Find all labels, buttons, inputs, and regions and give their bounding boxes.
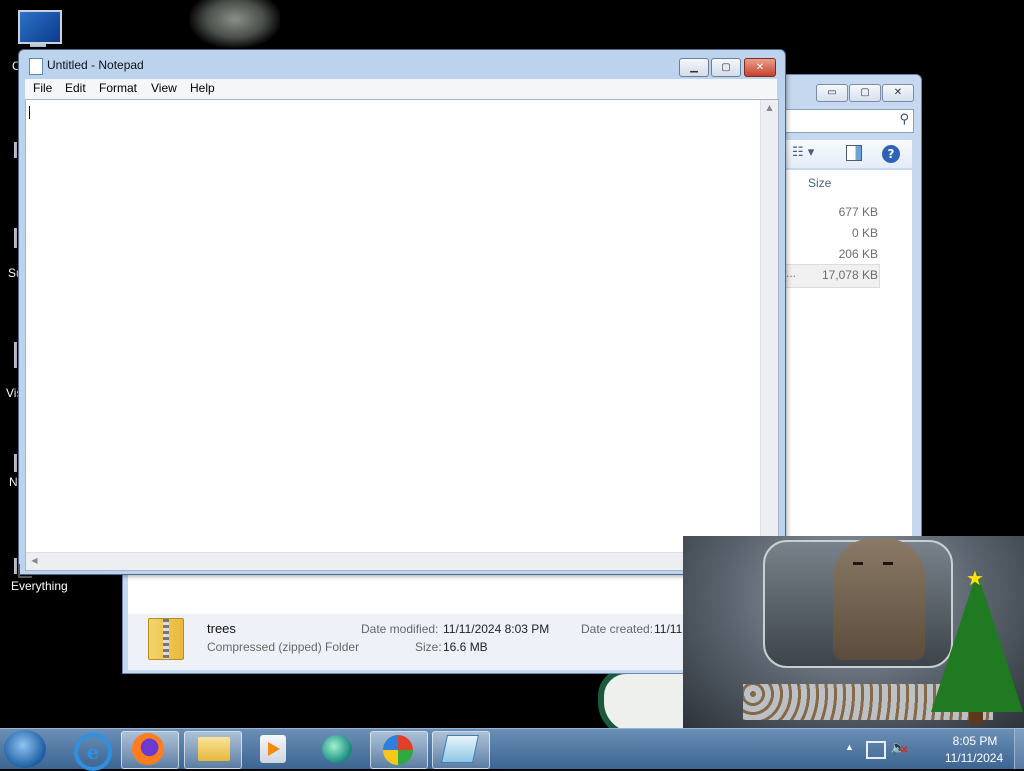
help-icon[interactable]: ?	[882, 145, 900, 163]
file-size-cell: 677 KB	[838, 205, 878, 219]
windows-update-icon[interactable]	[383, 735, 413, 765]
notepad-title-icon	[29, 58, 43, 75]
firefox-icon[interactable]	[132, 733, 164, 765]
notepad-minimize-button[interactable]: ▁	[679, 58, 709, 77]
show-desktop-button[interactable]	[1014, 729, 1024, 769]
file-size-cell: 206 KB	[838, 247, 878, 261]
file-size-cell: 0 KB	[851, 226, 878, 240]
text-caret	[29, 106, 30, 119]
explorer-file-list[interactable]	[784, 170, 912, 536]
resize-grip[interactable]	[18, 564, 32, 578]
everything-shortcut-label[interactable]: Everything	[11, 579, 68, 593]
explorer-toolbar: ☷ ▾ ?	[784, 140, 912, 168]
date-created-value: 11/11	[654, 622, 683, 636]
file-size-cell: 17,078 KB	[821, 268, 878, 282]
date-created-label: Date created:	[581, 622, 654, 636]
explorer-minimize-button[interactable]: ▭	[816, 84, 848, 102]
internet-explorer-icon[interactable]: e	[74, 733, 112, 771]
explorer-search-input[interactable]: ⚲	[784, 109, 914, 133]
notepad-menu-bar: File Edit Format View Help	[25, 79, 777, 99]
christmas-tree-icon	[931, 572, 1023, 712]
search-icon[interactable]: ⚲	[899, 112, 909, 127]
start-orb-icon[interactable]	[4, 730, 46, 768]
desktop-icon-partial[interactable]	[14, 228, 17, 248]
cat-eye	[883, 562, 893, 565]
notepad-title: Untitled - Notepad	[47, 58, 144, 72]
cat-eye	[853, 562, 863, 565]
desktop-icon-partial[interactable]	[14, 142, 17, 158]
desktop-wallpaper-smoke	[190, 0, 280, 48]
clock-date[interactable]: 11/11/2024	[936, 751, 1012, 765]
star-icon: ★	[966, 566, 984, 590]
size-column-header[interactable]: Size	[808, 176, 831, 190]
truncated-name-ellipsis: ...	[786, 266, 797, 280]
scroll-up-arrow[interactable]: ▲	[761, 103, 778, 112]
notepad-close-button[interactable]: ✕	[744, 58, 776, 77]
media-player-icon[interactable]	[260, 735, 286, 763]
clock-time[interactable]: 8:05 PM	[940, 734, 1010, 748]
photo-cat	[833, 538, 925, 660]
volume-muted-x: ✕	[900, 745, 909, 756]
everything-shortcut-icon[interactable]	[14, 558, 17, 574]
menu-view[interactable]: View	[151, 81, 177, 95]
zip-folder-icon	[148, 618, 184, 660]
notepad-text-area[interactable]: ▲ ◀	[18, 99, 779, 578]
view-options-icon[interactable]: ☷ ▾	[792, 145, 814, 160]
show-hidden-icons-arrow[interactable]: ▲	[845, 742, 854, 752]
explorer-list-blank	[128, 574, 684, 615]
monitor-icon	[18, 10, 62, 44]
green-app-icon[interactable]	[322, 735, 352, 763]
details-file-type: Compressed (zipped) Folder	[207, 640, 360, 654]
preview-pane-icon[interactable]	[846, 145, 862, 161]
desktop-label-partial: N	[9, 475, 18, 489]
size-label: Size:	[415, 640, 442, 654]
notepad-maximize-button[interactable]: ▢	[711, 58, 741, 77]
network-icon[interactable]	[866, 741, 886, 759]
size-value: 16.6 MB	[443, 640, 488, 654]
explorer-maximize-button[interactable]: ▢	[849, 84, 881, 102]
desktop-icon-partial[interactable]	[14, 342, 17, 368]
vertical-scrollbar[interactable]: ▲	[760, 100, 778, 552]
taskbar: e ▲ 🔈 ✕ 8:05 PM 11/11/2024	[0, 728, 1024, 771]
details-file-name: trees	[207, 621, 236, 636]
notepad-icon[interactable]	[441, 735, 479, 763]
date-modified-label: Date modified:	[361, 622, 439, 636]
date-modified-value: 11/11/2024 8:03 PM	[443, 622, 550, 636]
menu-edit[interactable]: Edit	[65, 81, 86, 95]
monitor-stand	[30, 42, 46, 47]
notepad-window[interactable]: Untitled - Notepad ▁ ▢ ✕ File Edit Forma…	[18, 49, 786, 578]
menu-help[interactable]: Help	[190, 81, 215, 95]
desktop-icon-partial[interactable]	[14, 454, 17, 472]
menu-format[interactable]: Format	[99, 81, 137, 95]
explorer-close-button[interactable]: ✕	[882, 84, 914, 102]
photo-overlay: ★	[683, 536, 1024, 728]
windows-explorer-icon[interactable]	[198, 737, 230, 761]
computer-desktop-icon[interactable]	[16, 10, 62, 48]
tree-trunk	[969, 712, 983, 724]
menu-file[interactable]: File	[33, 81, 52, 95]
horizontal-scrollbar[interactable]: ◀	[26, 552, 761, 570]
